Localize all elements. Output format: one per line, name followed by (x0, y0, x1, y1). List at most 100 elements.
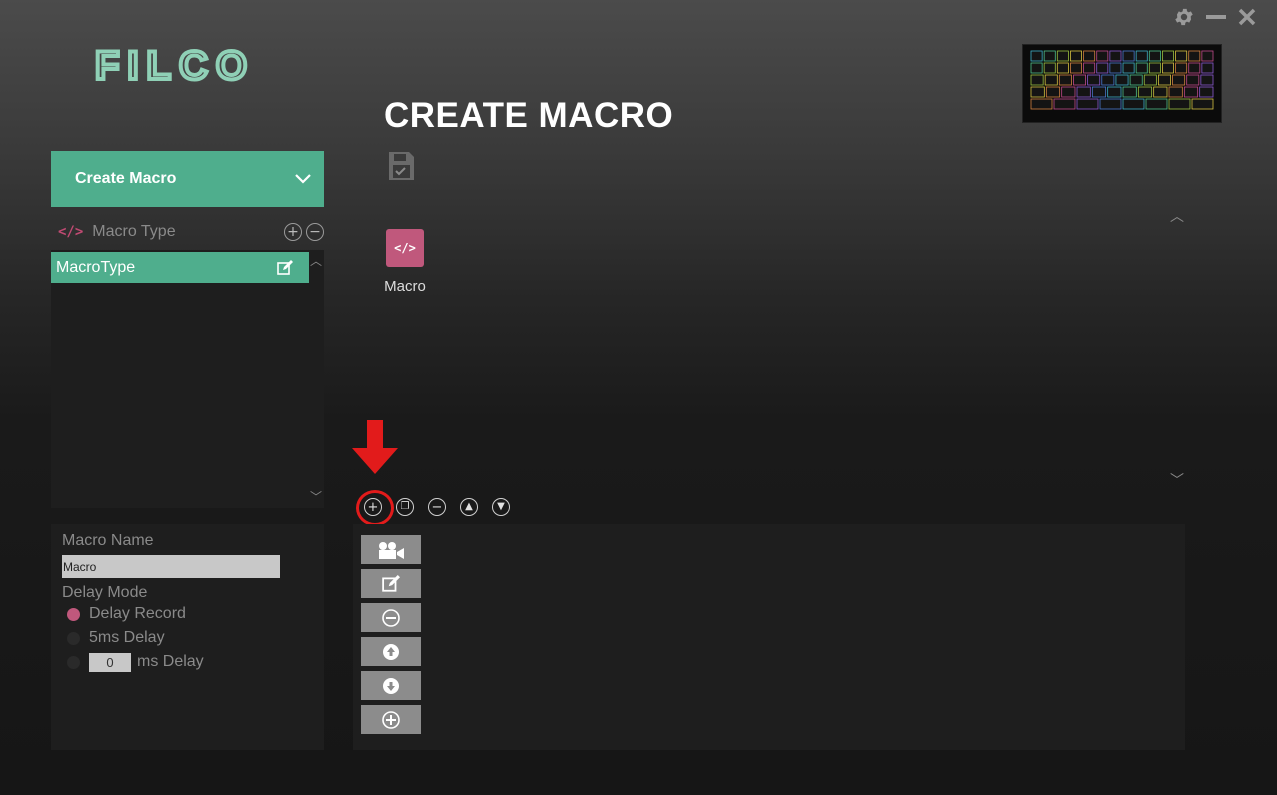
add-macro-type-button[interactable]: + (284, 223, 302, 241)
macro-toolbar: + ❐ − ▲ ▼ (364, 498, 510, 516)
keycap (1200, 74, 1214, 86)
add-button[interactable] (361, 705, 421, 734)
macro-type-header: </> Macro Type + − (58, 220, 324, 244)
option-label: ms Delay (137, 653, 204, 670)
edit-icon (382, 574, 400, 592)
keycap (1157, 74, 1171, 86)
macro-type-label: Macro Type (92, 223, 176, 240)
keycap (1101, 74, 1115, 86)
keycap (1145, 98, 1168, 110)
keycap (1122, 50, 1135, 62)
keycap (1030, 74, 1044, 86)
move-down-icon (383, 677, 399, 694)
keycap (1168, 86, 1183, 98)
delay-mode-label: Delay Mode (62, 584, 148, 601)
save-icon[interactable] (386, 150, 416, 182)
keycap (1186, 74, 1200, 86)
dropdown-label: Create Macro (75, 170, 177, 187)
delay-ms-input[interactable] (89, 652, 131, 672)
keycap (1053, 98, 1076, 110)
keycap (1175, 62, 1188, 74)
remove-button[interactable] (361, 603, 421, 632)
keycap (1188, 62, 1201, 74)
keycap (1135, 62, 1148, 74)
tiles-scroll-down-icon[interactable]: ﹀ (1170, 470, 1184, 490)
keycap (1044, 74, 1058, 86)
macro-name-label: Macro Name (62, 532, 154, 549)
macro-name-input[interactable] (62, 555, 280, 578)
keycap (1143, 74, 1157, 86)
close-icon[interactable] (1237, 7, 1257, 27)
edit-button[interactable] (361, 569, 421, 598)
keycap (1188, 50, 1201, 62)
keycap (1148, 62, 1161, 74)
keycap (1135, 50, 1148, 62)
keycap (1099, 98, 1122, 110)
chevron-down-icon (295, 174, 311, 184)
keycap (1083, 62, 1096, 74)
editor-side-buttons (361, 535, 421, 734)
keycap (1162, 50, 1174, 62)
keycap (1115, 74, 1129, 86)
move-up-button[interactable] (361, 637, 421, 666)
keycap (1030, 98, 1053, 110)
scroll-down-icon[interactable]: ﹀ (310, 488, 322, 505)
filco-logo: FILCO (93, 48, 255, 84)
keycap (1129, 74, 1143, 86)
copy-icon[interactable]: ❐ (396, 498, 414, 516)
custom-delay-option[interactable]: ms Delay (62, 650, 313, 674)
svg-text:FILCO: FILCO (95, 48, 255, 84)
radio-selected[interactable] (67, 607, 80, 621)
option-label: 5ms Delay (89, 629, 165, 646)
list-item[interactable]: MacroType (51, 252, 309, 283)
keycap (1122, 98, 1145, 110)
move-down-icon[interactable]: ▼ (492, 498, 510, 516)
keycap (1043, 50, 1056, 62)
keycap (1091, 86, 1107, 98)
code-icon: </> (58, 224, 84, 240)
move-up-icon (383, 643, 399, 660)
tiles-scroll-up-icon[interactable]: ︿ (1170, 206, 1184, 226)
macro-editor-area (353, 524, 1185, 750)
keycap (1030, 50, 1043, 62)
keycap (1201, 62, 1214, 74)
keycap (1076, 86, 1091, 98)
radio[interactable] (67, 631, 80, 645)
5ms-delay-option[interactable]: 5ms Delay (62, 626, 313, 650)
scroll-up-icon[interactable]: ︿ (310, 252, 322, 269)
keycap (1162, 62, 1174, 74)
delay-record-option[interactable]: Delay Record (62, 602, 313, 626)
radio[interactable] (67, 655, 80, 669)
keycap (1087, 74, 1101, 86)
move-up-icon[interactable]: ▲ (460, 498, 478, 516)
window-controls (1173, 6, 1257, 28)
keycap (1199, 86, 1214, 98)
macro-type-list: MacroType ︿ ﹀ (51, 250, 324, 508)
record-button[interactable] (361, 535, 421, 564)
minimize-icon[interactable] (1205, 6, 1227, 28)
keycap (1030, 86, 1045, 98)
keycap (1073, 74, 1087, 86)
keycap (1056, 62, 1069, 74)
keycap (1030, 62, 1043, 74)
remove-icon (382, 608, 400, 627)
keycap (1096, 62, 1109, 74)
keycap (1191, 98, 1214, 110)
keycap (1109, 50, 1122, 62)
macro-mode-dropdown[interactable]: Create Macro (51, 151, 324, 207)
keycap (1172, 74, 1186, 86)
keycap (1122, 62, 1135, 74)
add-icon (382, 710, 400, 729)
edit-icon[interactable] (277, 259, 293, 276)
keycap (1045, 86, 1061, 98)
keycap (1175, 50, 1188, 62)
move-down-button[interactable] (361, 671, 421, 700)
macro-tile[interactable]: </> (386, 229, 424, 267)
remove-macro-type-button[interactable]: − (306, 223, 324, 241)
keycap (1107, 86, 1122, 98)
remove-icon[interactable]: − (428, 498, 446, 516)
macro-tile-label: Macro (384, 278, 426, 295)
settings-icon[interactable] (1173, 6, 1195, 28)
add-icon[interactable]: + (364, 498, 382, 516)
record-icon (379, 541, 404, 559)
